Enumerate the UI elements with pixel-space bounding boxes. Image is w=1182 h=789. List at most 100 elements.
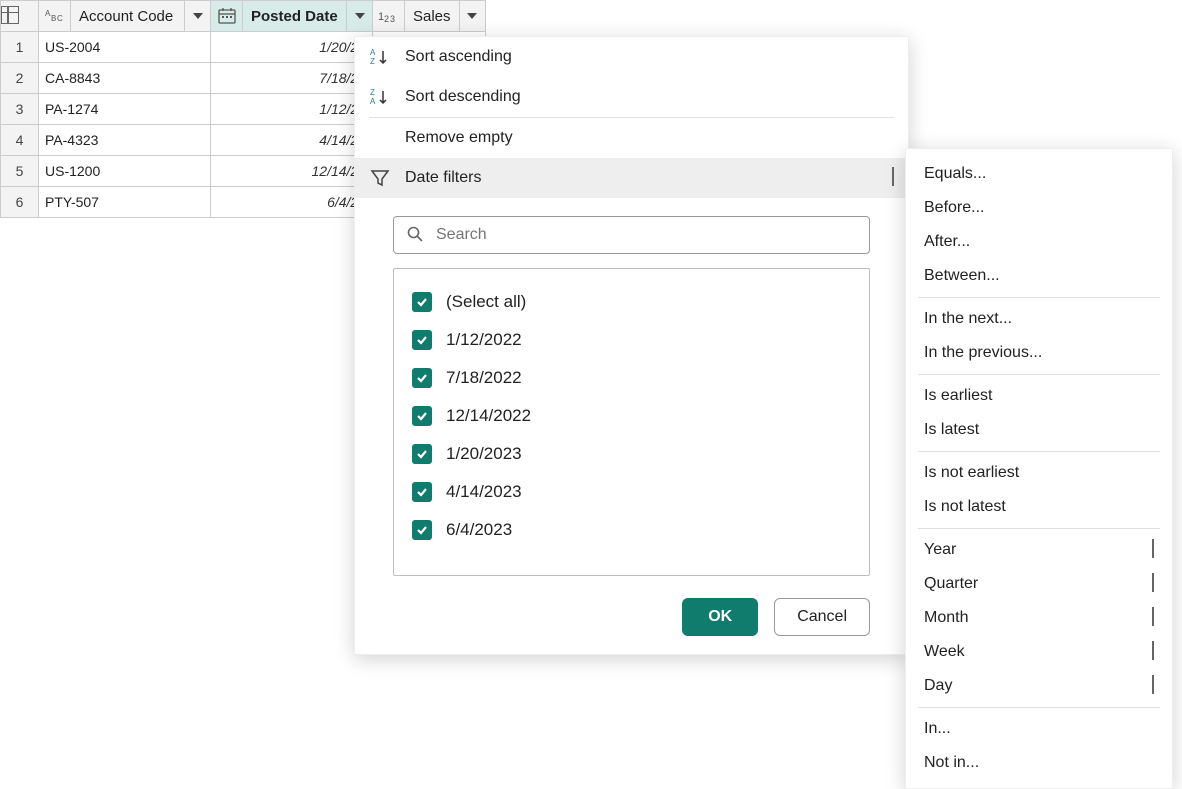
- sort-desc-icon: ZA: [369, 87, 391, 107]
- row-number: 6: [1, 187, 39, 218]
- chevron-right-icon: [892, 169, 894, 187]
- remove-empty-item[interactable]: Remove empty: [355, 118, 908, 158]
- cancel-button[interactable]: Cancel: [774, 598, 870, 636]
- chevron-right-icon: [1152, 677, 1154, 695]
- filter-in[interactable]: In...: [906, 712, 1172, 746]
- separator: [918, 528, 1160, 529]
- row-number: 5: [1, 156, 39, 187]
- filter-equals[interactable]: Equals...: [906, 157, 1172, 191]
- filter-in-the-previous[interactable]: In the previous...: [906, 336, 1172, 370]
- svg-text:C: C: [57, 14, 63, 23]
- date-type-icon: [211, 1, 243, 31]
- filter-after[interactable]: After...: [906, 225, 1172, 259]
- checkbox-checked-icon: [412, 292, 432, 312]
- filter-is-latest[interactable]: Is latest: [906, 413, 1172, 447]
- submenu-label: Year: [924, 541, 956, 559]
- separator: [918, 707, 1160, 708]
- submenu-label: Not in...: [924, 754, 979, 772]
- filter-in-the-next[interactable]: In the next...: [906, 302, 1172, 336]
- separator: [918, 374, 1160, 375]
- submenu-label: Is latest: [924, 421, 979, 439]
- cell-account: PA-1274: [39, 94, 211, 125]
- filter-value-checkbox[interactable]: 1/20/2023: [412, 435, 851, 473]
- cell-account: PA-4323: [39, 125, 211, 156]
- cell-date: 12/14/20: [211, 156, 373, 187]
- column-header-sales[interactable]: 123 Sales: [373, 1, 486, 32]
- check-label: 12/14/2022: [446, 406, 531, 426]
- cell-account: US-1200: [39, 156, 211, 187]
- filter-is-earliest[interactable]: Is earliest: [906, 379, 1172, 413]
- submenu-label: In...: [924, 720, 951, 738]
- submenu-label: Equals...: [924, 165, 986, 183]
- ok-button[interactable]: OK: [682, 598, 758, 636]
- column-dropdown-button[interactable]: [184, 1, 210, 31]
- search-input-wrapper[interactable]: [393, 216, 870, 254]
- filter-is-not-latest[interactable]: Is not latest: [906, 490, 1172, 524]
- column-header-posted-date[interactable]: Posted Date: [211, 1, 373, 32]
- row-number: 3: [1, 94, 39, 125]
- filter-year[interactable]: Year: [906, 533, 1172, 567]
- text-type-icon: ABC: [39, 1, 71, 31]
- select-all-checkbox[interactable]: (Select all): [412, 283, 851, 321]
- svg-text:A: A: [370, 97, 376, 106]
- caret-down-icon: [355, 13, 365, 19]
- sort-ascending-item[interactable]: AZ Sort ascending: [355, 37, 908, 77]
- row-number: 1: [1, 32, 39, 63]
- submenu-label: Is not earliest: [924, 464, 1019, 482]
- chevron-right-icon: [1152, 541, 1154, 559]
- filter-day[interactable]: Day: [906, 669, 1172, 703]
- select-all-corner[interactable]: [1, 1, 39, 32]
- column-dropdown-button[interactable]: [459, 1, 485, 31]
- menu-label: Date filters: [405, 169, 481, 187]
- svg-text:A: A: [370, 48, 376, 57]
- filter-before[interactable]: Before...: [906, 191, 1172, 225]
- submenu-label: Is earliest: [924, 387, 992, 405]
- search-input[interactable]: [434, 225, 857, 245]
- checkbox-checked-icon: [412, 482, 432, 502]
- svg-text:3: 3: [390, 14, 395, 23]
- menu-label: Remove empty: [405, 129, 513, 147]
- row-number: 2: [1, 63, 39, 94]
- separator: [918, 297, 1160, 298]
- filter-week[interactable]: Week: [906, 635, 1172, 669]
- separator: [918, 451, 1160, 452]
- filter-value-checkbox[interactable]: 4/14/2023: [412, 473, 851, 511]
- svg-text:Z: Z: [370, 57, 375, 66]
- svg-text:2: 2: [384, 14, 389, 23]
- sort-descending-item[interactable]: ZA Sort descending: [355, 77, 908, 117]
- filter-between[interactable]: Between...: [906, 259, 1172, 293]
- submenu-label: After...: [924, 233, 970, 251]
- cell-date: 7/18/20: [211, 63, 373, 94]
- submenu-label: Before...: [924, 199, 984, 217]
- chevron-right-icon: [1152, 575, 1154, 593]
- date-filters-item[interactable]: Date filters: [355, 158, 908, 198]
- filter-value-checkbox[interactable]: 6/4/2023: [412, 511, 851, 549]
- checkbox-checked-icon: [412, 330, 432, 350]
- cell-account: US-2004: [39, 32, 211, 63]
- chevron-right-icon: [1152, 609, 1154, 627]
- filter-quarter[interactable]: Quarter: [906, 567, 1172, 601]
- filter-values-panel: (Select all) 1/12/2022 7/18/2022 12/14/2…: [393, 268, 870, 576]
- check-label: (Select all): [446, 292, 526, 312]
- submenu-label: Quarter: [924, 575, 978, 593]
- filter-month[interactable]: Month: [906, 601, 1172, 635]
- date-filters-submenu: Equals... Before... After... Between... …: [905, 148, 1173, 789]
- filter-value-checkbox[interactable]: 12/14/2022: [412, 397, 851, 435]
- submenu-label: In the previous...: [924, 344, 1042, 362]
- filter-icon: [369, 168, 391, 188]
- submenu-label: Is not latest: [924, 498, 1006, 516]
- column-dropdown-button[interactable]: [346, 1, 372, 31]
- column-label: Sales: [405, 8, 459, 25]
- filter-value-checkbox[interactable]: 1/12/2022: [412, 321, 851, 359]
- submenu-label: Month: [924, 609, 968, 627]
- check-label: 1/20/2023: [446, 444, 522, 464]
- column-header-account-code[interactable]: ABC Account Code: [39, 1, 211, 32]
- table-icon: [1, 6, 19, 24]
- cell-date: 6/4/20: [211, 187, 373, 218]
- checkbox-checked-icon: [412, 406, 432, 426]
- filter-is-not-earliest[interactable]: Is not earliest: [906, 456, 1172, 490]
- filter-value-checkbox[interactable]: 7/18/2022: [412, 359, 851, 397]
- check-label: 4/14/2023: [446, 482, 522, 502]
- row-number: 4: [1, 125, 39, 156]
- filter-not-in[interactable]: Not in...: [906, 746, 1172, 780]
